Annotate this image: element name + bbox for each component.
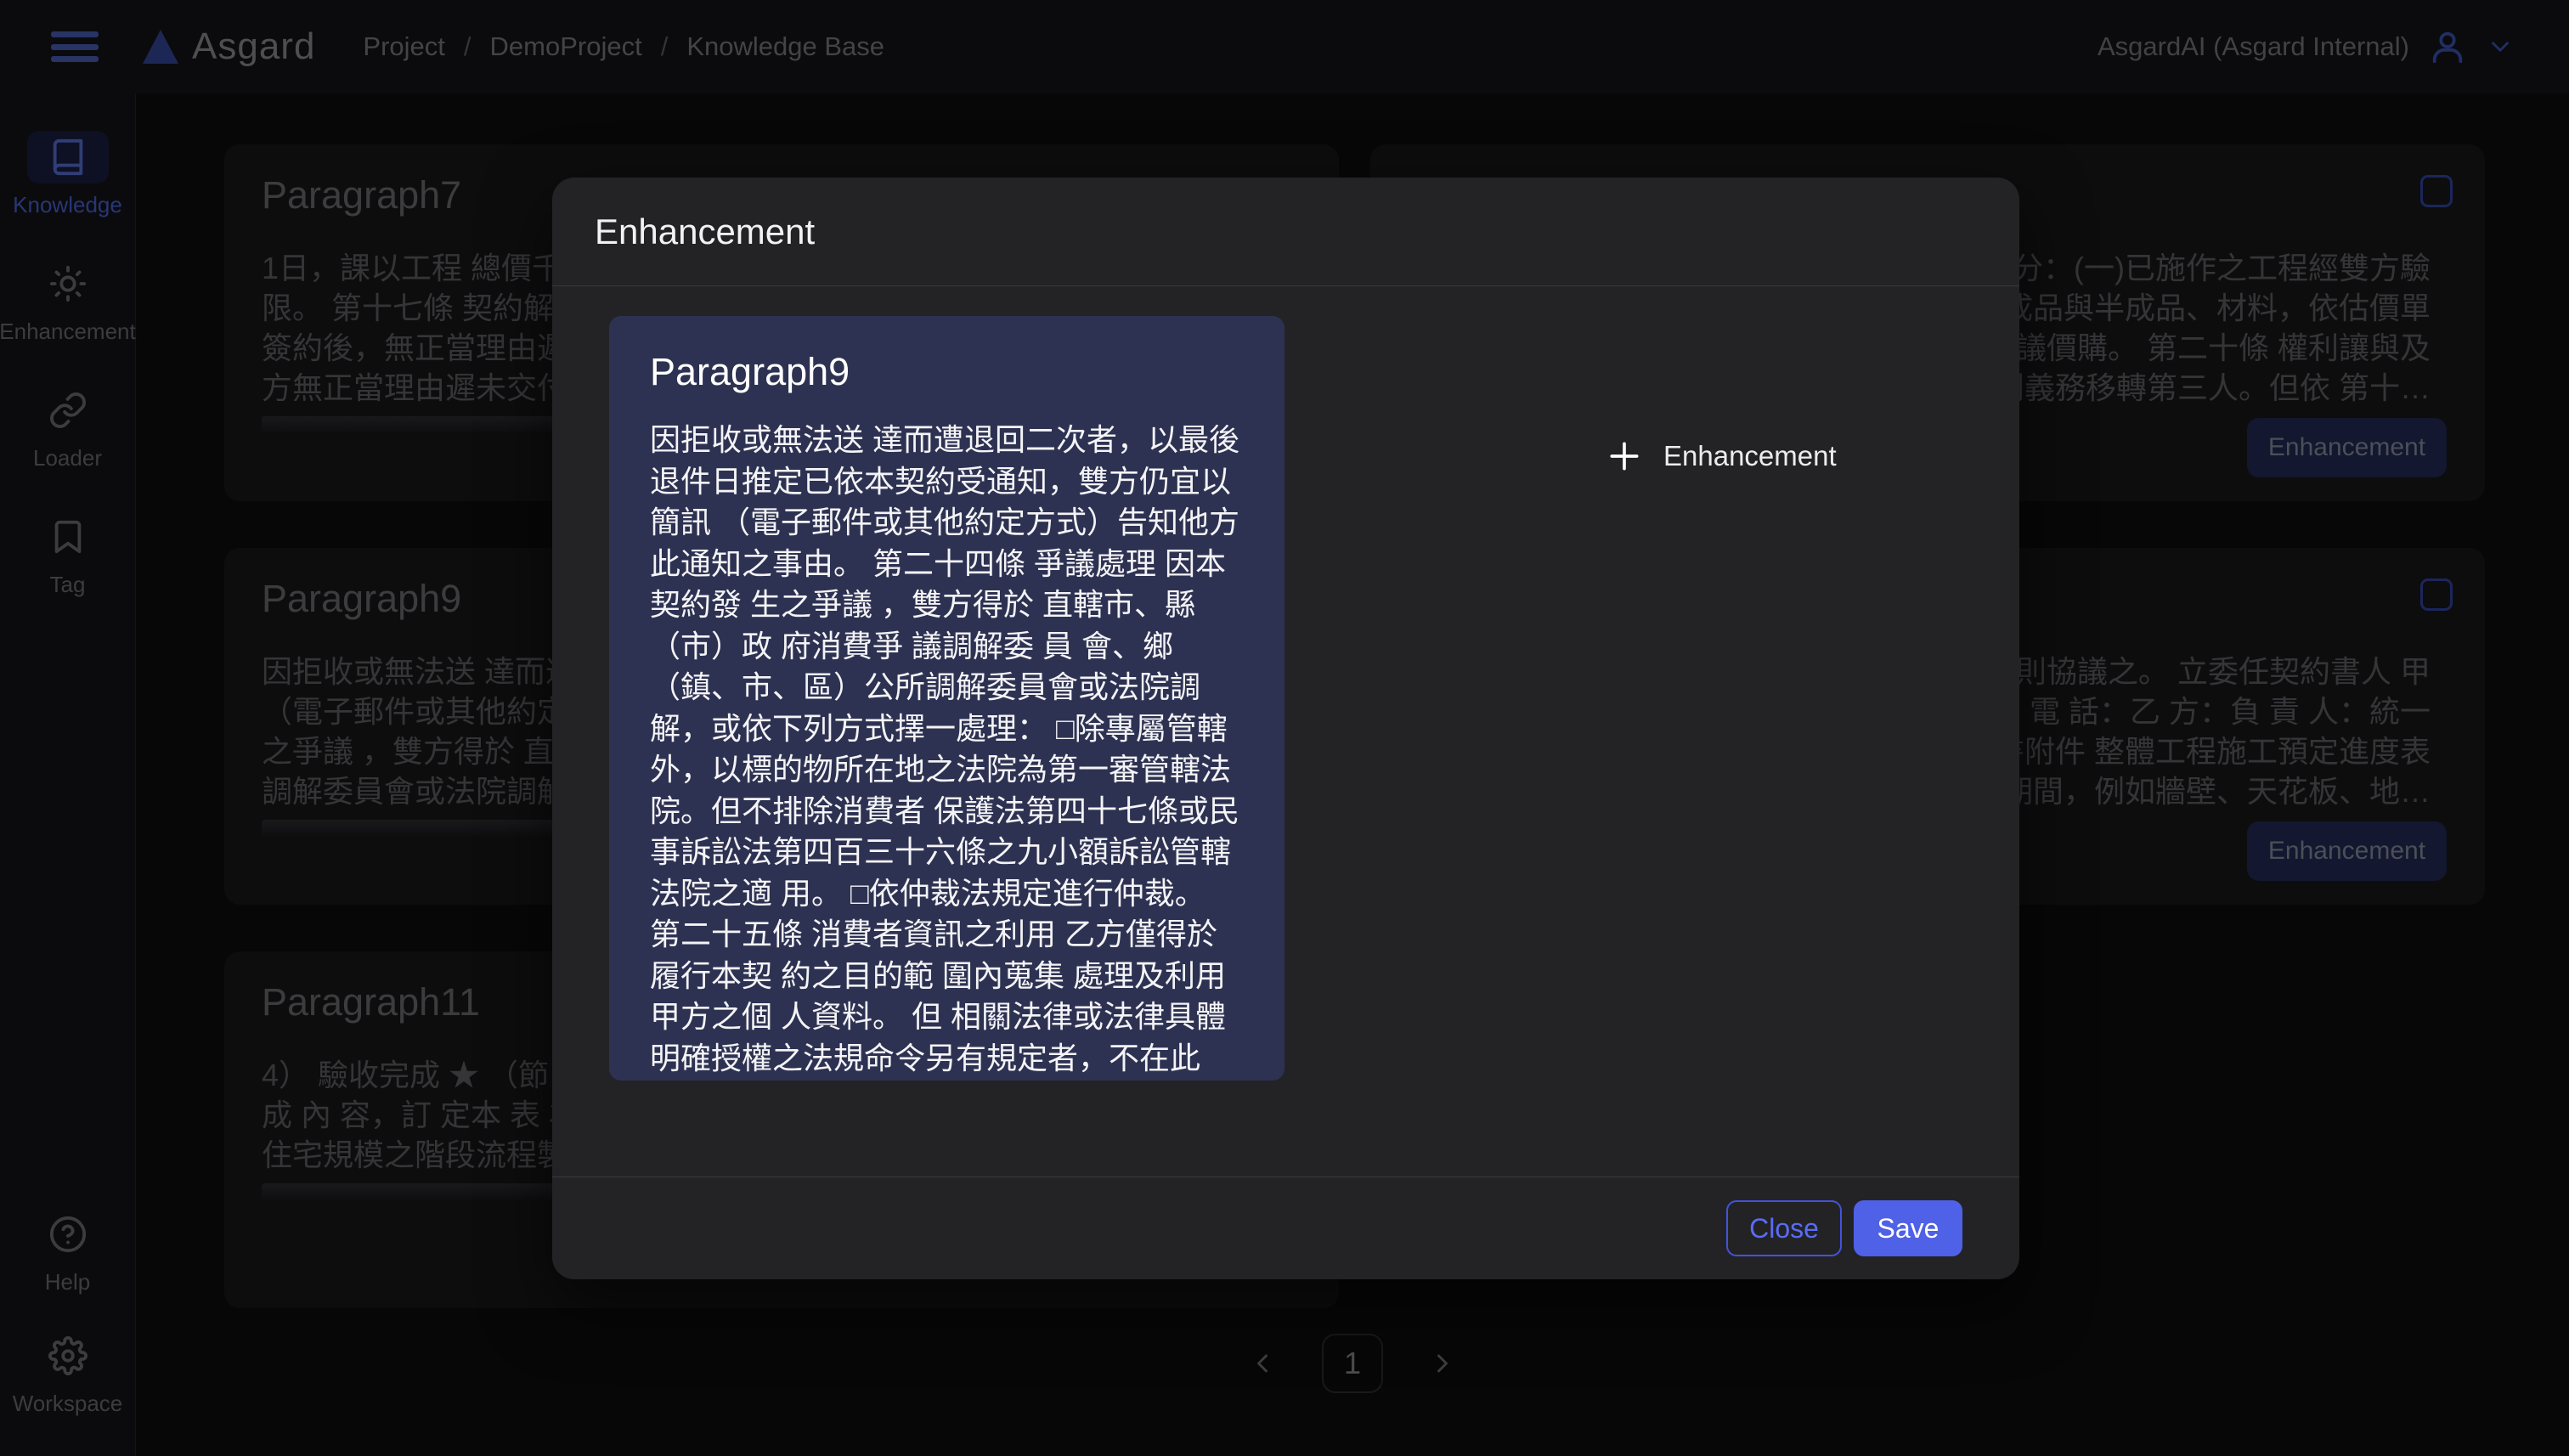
modal-paragraph-title: Paragraph9 [650,350,1244,394]
modal-body: Paragraph9 因拒收或無法送 達而遭退回二次者，以最後退件日推定已依本契… [552,286,2019,1177]
app-root: Asgard Project / DemoProject / Knowledge… [0,0,2569,1456]
add-enhancement-button[interactable]: Enhancement [1606,437,1837,475]
close-button[interactable]: Close [1726,1200,1842,1256]
modal-paragraph-card: Paragraph9 因拒收或無法送 達而遭退回二次者，以最後退件日推定已依本契… [609,316,1284,1081]
save-button[interactable]: Save [1854,1200,1962,1256]
plus-icon [1606,437,1643,475]
modal-title: Enhancement [595,212,815,252]
modal-paragraph-text: 因拒收或無法送 達而遭退回二次者，以最後退件日推定已依本契約受通知，雙方仍宜以簡… [650,420,1244,1081]
modal-header: Enhancement [552,178,2019,286]
enhancement-modal: Enhancement Paragraph9 因拒收或無法送 達而遭退回二次者，… [552,178,2019,1279]
add-enhancement-label: Enhancement [1663,440,1837,472]
modal-footer: Close Save [552,1177,2019,1279]
